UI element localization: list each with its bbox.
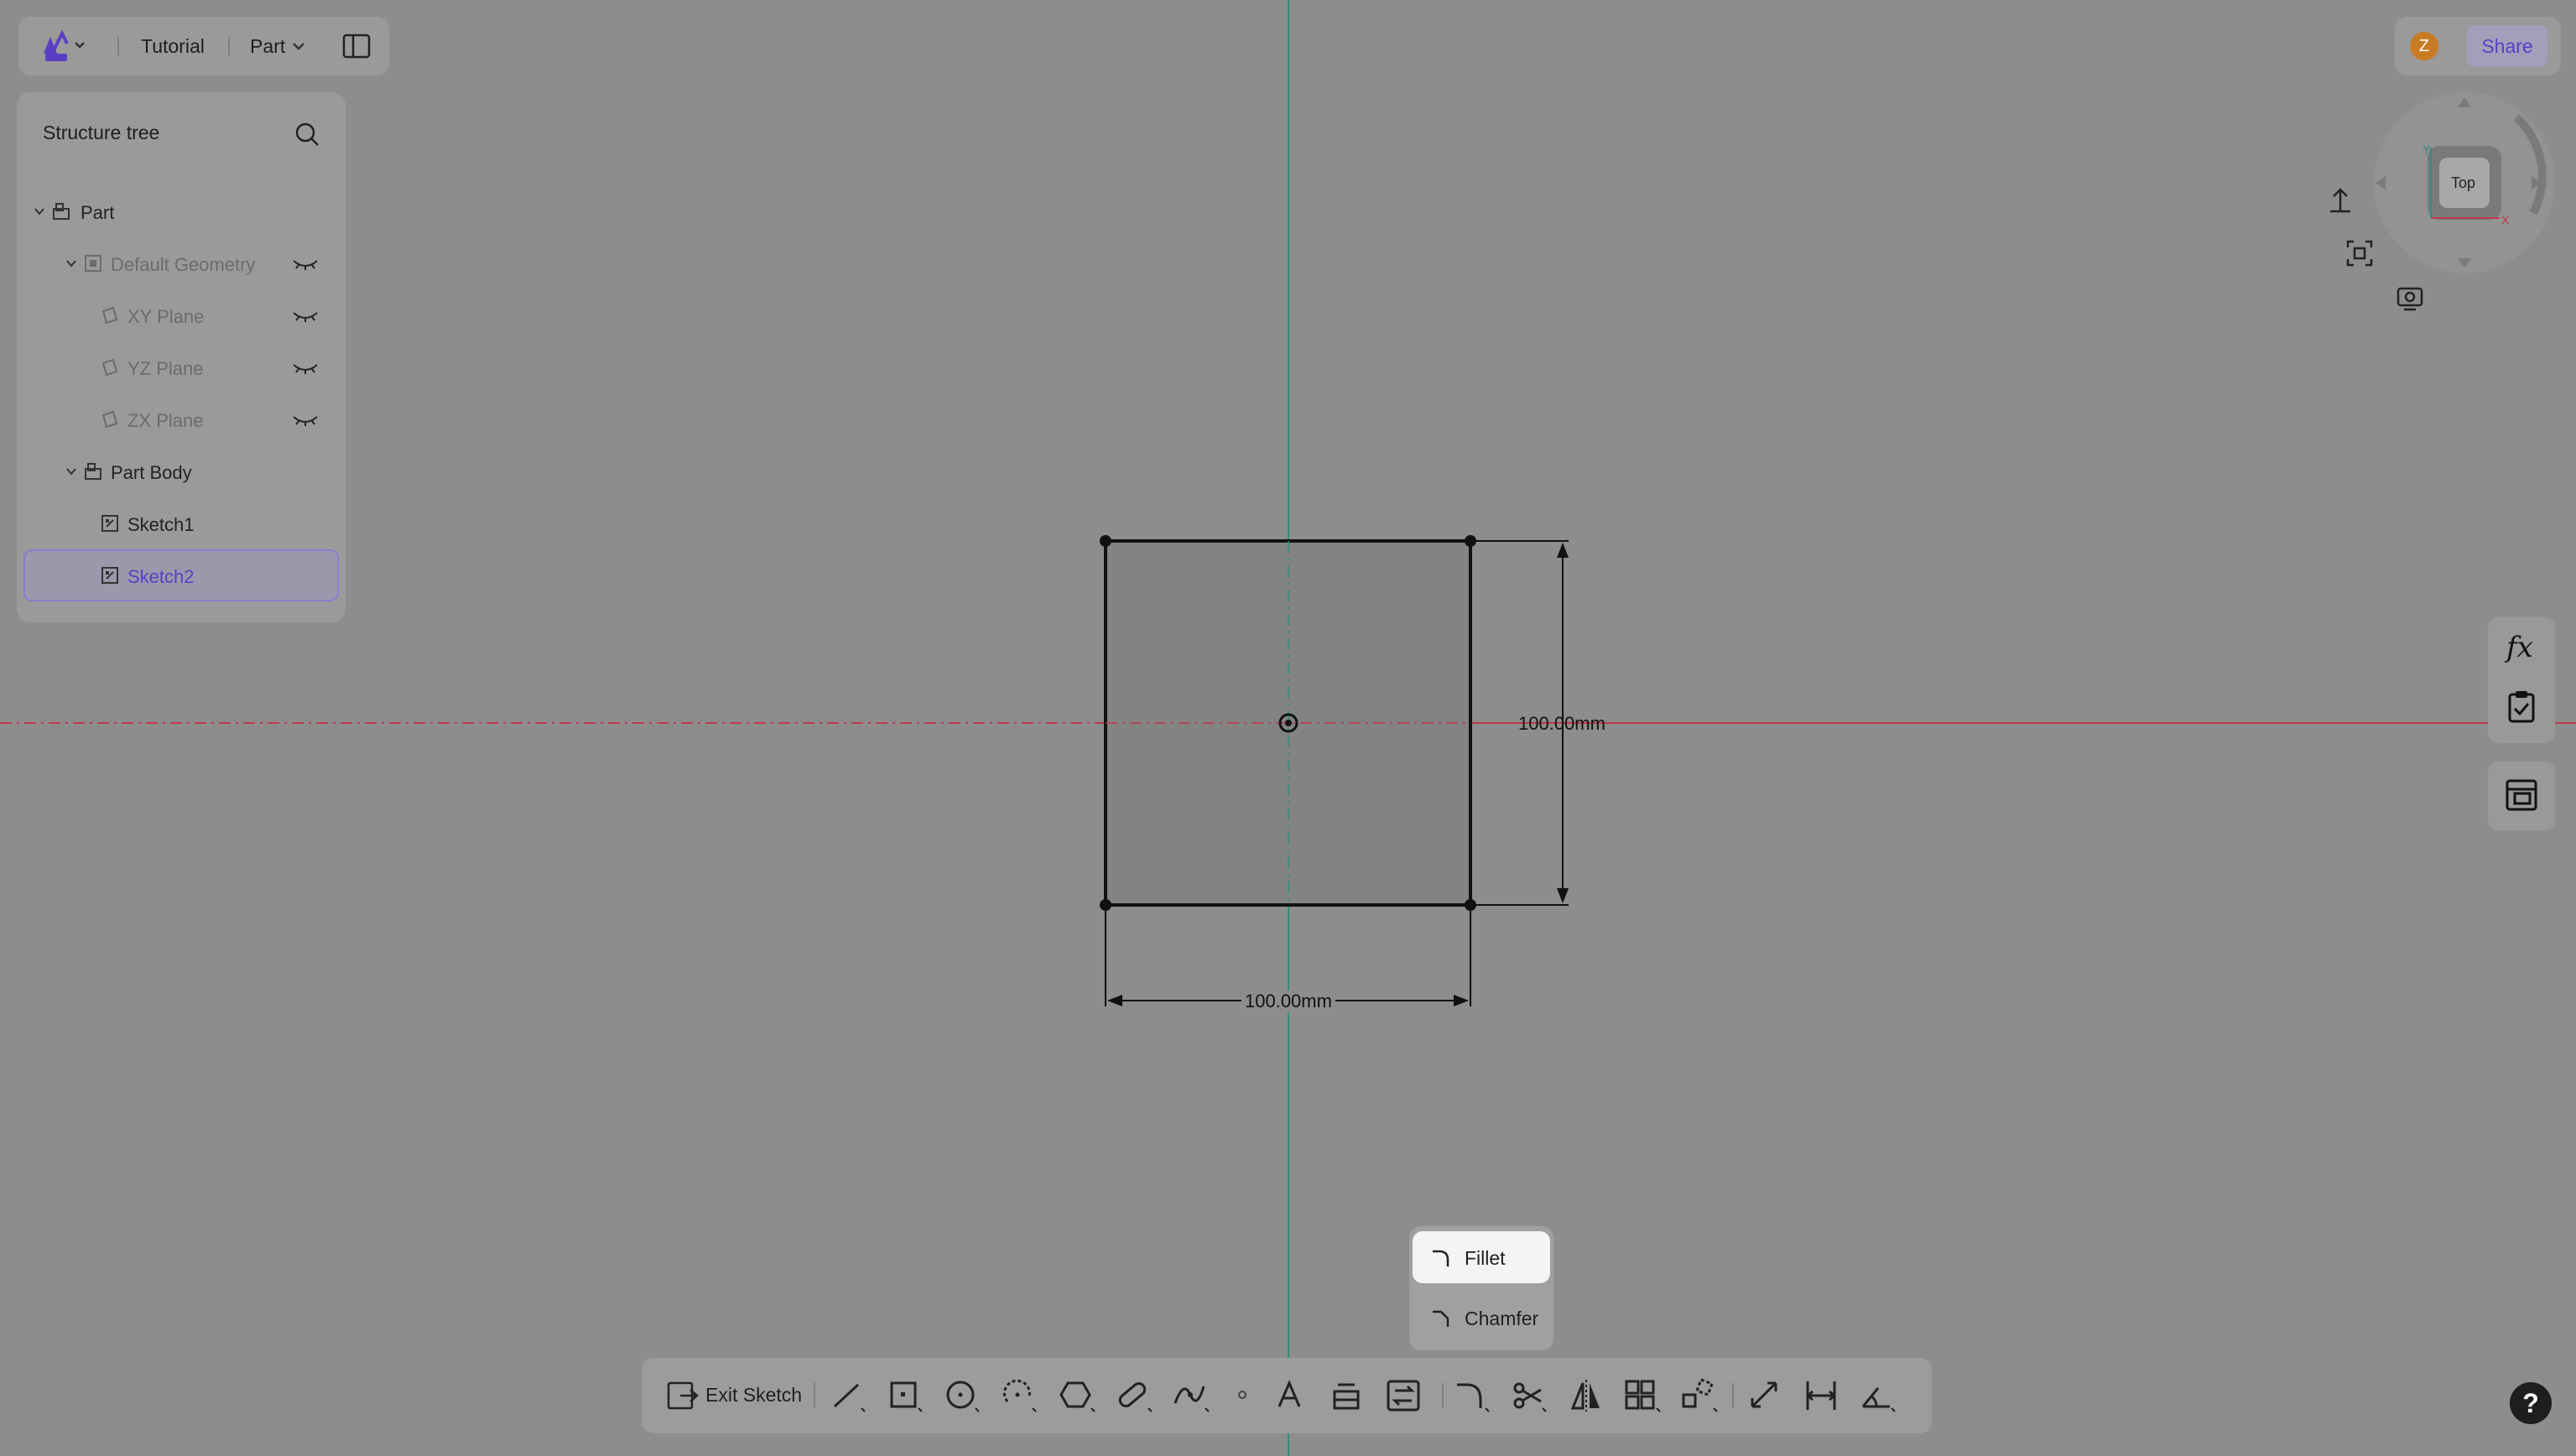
convert-tool-icon[interactable] xyxy=(1385,1376,1423,1415)
viewcube-face-label[interactable]: Top xyxy=(2451,174,2475,192)
chevron-down-icon[interactable] xyxy=(34,205,45,217)
width-dimension-label[interactable]: 100.00mm xyxy=(1241,991,1335,1012)
tree-item-yz-plane[interactable]: YZ Plane xyxy=(23,343,339,393)
chamfer-label: Chamfer xyxy=(1465,1308,1539,1329)
slot-tool-icon[interactable] xyxy=(1115,1376,1153,1415)
tree-item-label: Part xyxy=(81,202,115,223)
panel-toggle-icon[interactable] xyxy=(342,34,371,59)
share-button[interactable]: Share xyxy=(2467,25,2547,67)
dimension-tool-icon[interactable] xyxy=(1746,1376,1784,1415)
sketch-canvas[interactable] xyxy=(0,0,2576,1456)
corner-point xyxy=(1100,535,1111,547)
tree-item-part-body[interactable]: Part Body xyxy=(23,447,339,497)
text-tool-icon[interactable] xyxy=(1271,1376,1309,1415)
fillet-chamfer-menu: Fillet Chamfer xyxy=(1409,1226,1553,1350)
chamfer-icon xyxy=(1433,1310,1449,1327)
corner-point xyxy=(1100,899,1111,911)
spline-tool-icon[interactable] xyxy=(1172,1376,1210,1415)
avatar[interactable]: Z xyxy=(2410,32,2438,60)
structure-tree-title: Structure tree xyxy=(43,122,160,143)
home-view-icon[interactable] xyxy=(2325,186,2355,216)
line-tool-icon[interactable] xyxy=(830,1376,868,1415)
arc-tool-icon[interactable] xyxy=(1001,1376,1039,1415)
tree-item-label: Part Body xyxy=(111,462,192,483)
fillet-label: Fillet xyxy=(1465,1247,1506,1269)
viewcube-axis-x: X xyxy=(2501,213,2510,226)
top-toolbar: Tutorial Part xyxy=(18,17,389,75)
fillet-icon xyxy=(1433,1250,1449,1266)
polygon-tool-icon[interactable] xyxy=(1058,1376,1096,1415)
fit-view-icon[interactable] xyxy=(2345,239,2374,268)
chevron-down-icon[interactable] xyxy=(292,41,305,51)
tree-item-sketch1[interactable]: Sketch1 xyxy=(23,499,339,549)
eye-hidden-icon[interactable] xyxy=(292,309,319,323)
tree-item-label: Default Geometry xyxy=(111,254,256,275)
project-name[interactable]: Tutorial xyxy=(141,35,205,58)
height-dimension-label[interactable]: 100.00mm xyxy=(1515,713,1609,735)
tree-item-xy-plane[interactable]: XY Plane xyxy=(23,291,339,341)
sketch-icon xyxy=(101,515,118,532)
tree-item-zx-plane[interactable]: ZX Plane xyxy=(23,395,339,445)
plane-icon xyxy=(101,306,118,325)
pattern-tool-icon[interactable] xyxy=(1623,1376,1662,1415)
chevron-down-icon[interactable] xyxy=(65,465,77,477)
checklist-icon[interactable] xyxy=(2505,689,2538,725)
tree-item-label: XY Plane xyxy=(127,306,205,327)
exit-sketch-icon[interactable] xyxy=(665,1380,699,1412)
tree-item-label: ZX Plane xyxy=(127,410,204,431)
plane-icon xyxy=(101,358,118,377)
rectangle-tool-icon[interactable] xyxy=(887,1376,925,1415)
eye-hidden-icon[interactable] xyxy=(292,413,319,427)
search-icon[interactable] xyxy=(294,121,320,148)
circle-tool-icon[interactable] xyxy=(944,1376,982,1415)
plane-icon xyxy=(101,410,118,429)
tree-item-part[interactable]: Part xyxy=(23,187,339,237)
trim-tool-icon[interactable] xyxy=(1511,1376,1549,1415)
exit-sketch-button[interactable]: Exit Sketch xyxy=(705,1384,802,1407)
constraint-tool-icon[interactable] xyxy=(1803,1376,1841,1415)
tree-item-sketch2[interactable]: Sketch2 xyxy=(23,549,339,601)
right-dock-top: fx xyxy=(2488,617,2555,743)
right-dock-bottom xyxy=(2488,762,2555,830)
tree-item-default-geometry[interactable]: Default Geometry xyxy=(23,239,339,289)
app-logo-icon[interactable] xyxy=(39,29,89,64)
tree-item-label: YZ Plane xyxy=(127,358,204,379)
chamfer-menu-item[interactable]: Chamfer xyxy=(1413,1292,1550,1344)
table-panel-icon[interactable] xyxy=(2505,778,2538,812)
sketch-icon xyxy=(101,567,118,584)
help-button[interactable]: ? xyxy=(2510,1382,2552,1424)
body-icon xyxy=(85,463,101,480)
transform-tool-icon[interactable] xyxy=(1680,1376,1719,1415)
corner-point xyxy=(1465,899,1476,911)
structure-tree-panel: Structure tree Part Default Geometry XY … xyxy=(17,92,346,622)
tree-item-label: Sketch1 xyxy=(127,514,195,535)
geometry-icon xyxy=(85,255,101,272)
project-tool-icon[interactable] xyxy=(1328,1376,1366,1415)
workspace-dropdown[interactable]: Part xyxy=(250,35,285,58)
corner-point xyxy=(1465,535,1476,547)
sketch-toolbar: Exit Sketch xyxy=(642,1358,1932,1433)
eye-hidden-icon[interactable] xyxy=(292,257,319,271)
point-tool-icon[interactable] xyxy=(1229,1376,1267,1415)
camera-icon[interactable] xyxy=(2396,285,2424,312)
tree-item-label: Sketch2 xyxy=(127,566,195,587)
share-bar: Z Share xyxy=(2395,17,2561,75)
viewcube-axis-y: Y xyxy=(2422,143,2431,156)
angle-tool-icon[interactable] xyxy=(1860,1376,1898,1415)
mirror-tool-icon[interactable] xyxy=(1568,1376,1606,1415)
eye-hidden-icon[interactable] xyxy=(292,361,319,375)
formula-button[interactable]: fx xyxy=(2506,631,2533,664)
part-icon xyxy=(53,203,70,220)
fillet-menu-item[interactable]: Fillet xyxy=(1413,1231,1550,1283)
fillet-tool-icon[interactable] xyxy=(1454,1376,1492,1415)
chevron-down-icon[interactable] xyxy=(65,257,77,269)
